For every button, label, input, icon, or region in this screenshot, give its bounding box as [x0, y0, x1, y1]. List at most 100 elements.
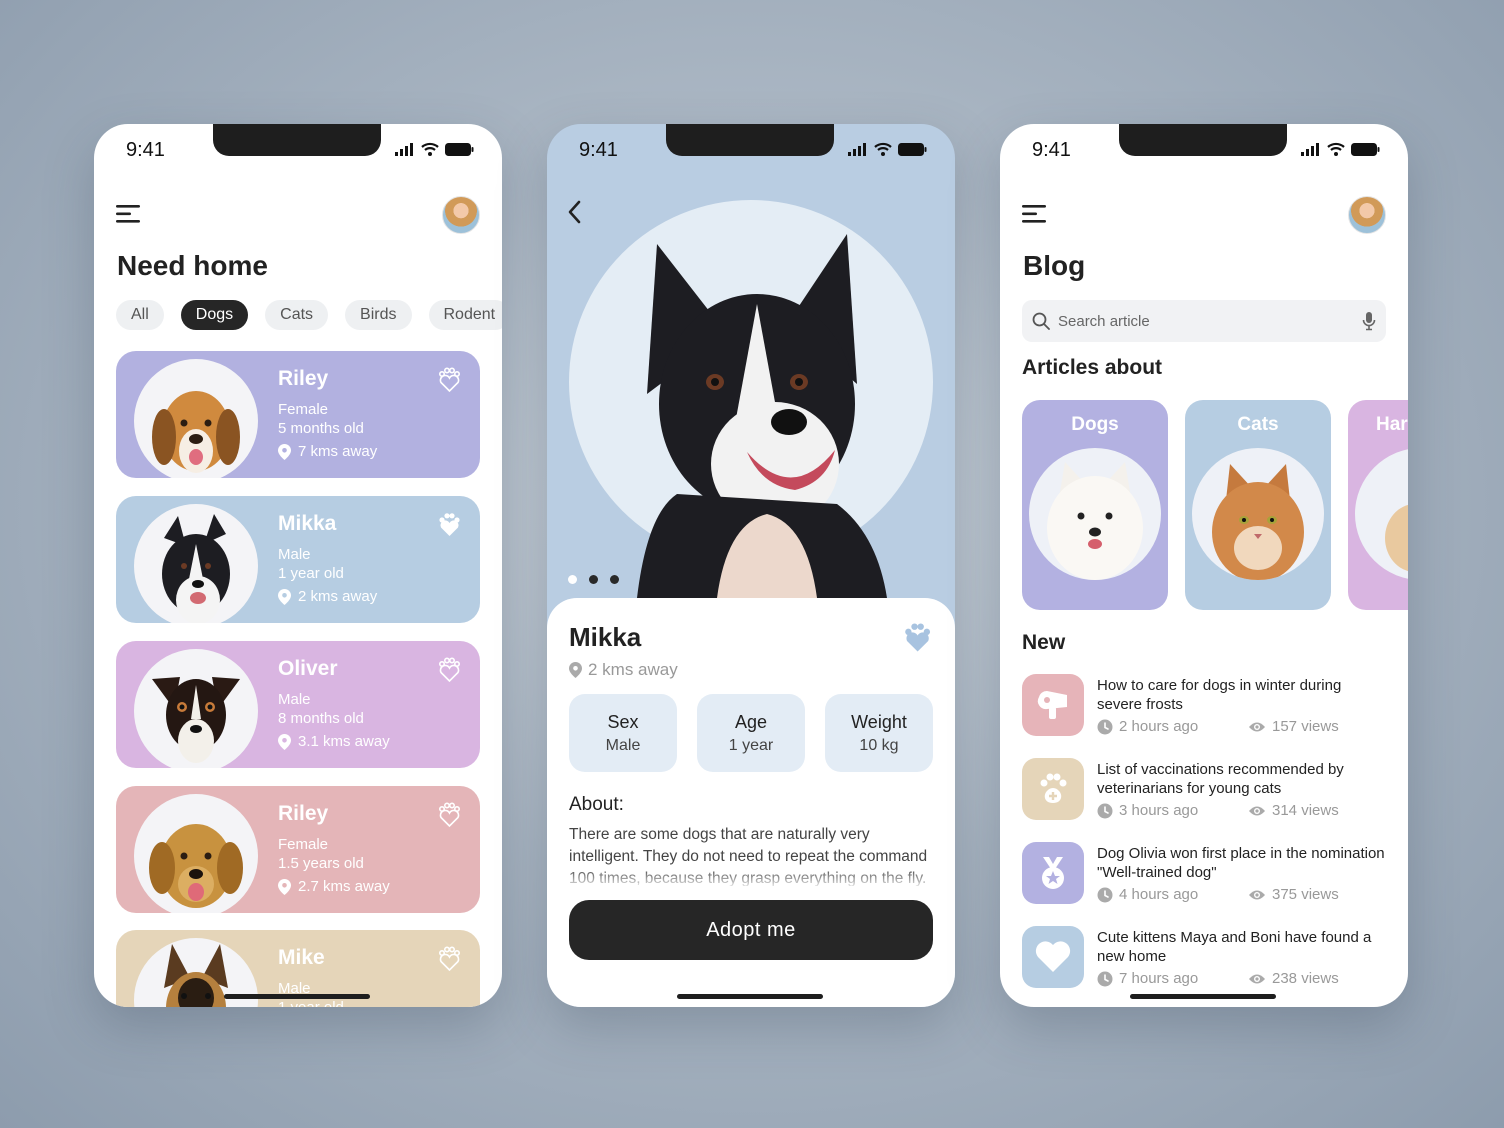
pet-name: Riley	[278, 367, 329, 390]
article-views: 314 views	[1272, 802, 1339, 819]
pet-name: Mikka	[569, 622, 642, 652]
paw-cross-icon	[1040, 773, 1067, 803]
avatar[interactable]	[1348, 196, 1386, 234]
paw-heart-icon[interactable]	[901, 622, 933, 654]
stat-value: 1 year	[728, 737, 774, 754]
about-title: About:	[569, 794, 624, 815]
pet-card[interactable]: Mikka Male 1 year old 2 kms away	[116, 496, 480, 623]
home-indicator	[1130, 994, 1276, 999]
article-title: List of vaccinations recommended by vete…	[1097, 761, 1344, 797]
pet-name: Oliver	[278, 657, 338, 680]
pet-name: Riley	[278, 802, 329, 825]
article-item[interactable]: Cute kittens Maya and Boni have found a …	[1022, 926, 1392, 990]
stat-label: Weight	[851, 712, 907, 732]
hair-dryer-icon	[1037, 690, 1067, 719]
eye-icon	[1249, 806, 1265, 815]
category-photo	[1029, 448, 1161, 580]
paw-heart-outline-icon[interactable]	[436, 657, 462, 683]
medal-icon	[1042, 857, 1064, 889]
pet-distance: 3.1 kms away	[298, 733, 390, 750]
battery-icon	[445, 142, 474, 156]
status-bar: 9:41	[1000, 124, 1408, 180]
notch	[213, 124, 381, 156]
stat-value: Male	[605, 737, 641, 754]
article-item[interactable]: How to care for dogs in winter during se…	[1022, 674, 1392, 738]
article-time: 2 hours ago	[1119, 718, 1199, 735]
search-input[interactable]	[1058, 312, 1354, 330]
clock-icon	[1097, 803, 1113, 818]
article-views: 375 views	[1272, 886, 1339, 903]
about-fade	[569, 868, 933, 890]
avatar[interactable]	[442, 196, 480, 234]
category-card-hamsters[interactable]: Har	[1348, 400, 1408, 610]
article-views: 238 views	[1272, 970, 1339, 987]
pet-age: 1 year old	[278, 565, 344, 582]
pet-age: 1 year old	[278, 999, 344, 1007]
pet-age: 8 months old	[278, 710, 364, 727]
category-card-cats[interactable]: Cats	[1185, 400, 1331, 610]
clock-icon	[1097, 971, 1113, 986]
status-bar: 9:41	[547, 124, 955, 180]
signal-icon	[1301, 142, 1319, 156]
stat-label: Age	[734, 712, 768, 732]
new-section-title: New	[1022, 631, 1066, 654]
pet-age: 5 months old	[278, 420, 364, 437]
page-title: Blog	[1023, 250, 1086, 281]
article-item[interactable]: List of vaccinations recommended by vete…	[1022, 758, 1392, 822]
wifi-icon	[1327, 142, 1345, 156]
status-time: 9:41	[126, 139, 165, 161]
pet-card[interactable]: Oliver Male 8 months old 3.1 kms away	[116, 641, 480, 768]
category-label: Dogs	[1071, 414, 1119, 435]
location-pin-icon	[278, 878, 291, 895]
chip-all[interactable]: All	[116, 300, 164, 330]
wifi-icon	[874, 142, 892, 156]
adopt-button[interactable]: Adopt me	[569, 900, 933, 960]
stat-sex: Sex Male	[569, 694, 677, 772]
articles-about-title: Articles about	[1022, 356, 1163, 379]
pet-photo	[134, 504, 258, 623]
carousel-dot[interactable]	[568, 575, 577, 584]
category-photo	[1192, 448, 1324, 580]
stat-age: Age 1 year	[697, 694, 805, 772]
clock-icon	[1097, 887, 1113, 902]
article-time: 7 hours ago	[1119, 970, 1199, 987]
menu-icon[interactable]	[116, 204, 142, 224]
battery-icon	[1351, 142, 1380, 156]
location-pin-icon	[569, 662, 582, 678]
article-time: 4 hours ago	[1119, 886, 1199, 903]
stat-value: 10 kg	[859, 737, 899, 754]
carousel-dot[interactable]	[589, 575, 598, 584]
paw-heart-outline-icon[interactable]	[436, 802, 462, 828]
eye-icon	[1249, 974, 1265, 983]
chip-cats[interactable]: Cats	[265, 300, 329, 330]
paw-filled-icon[interactable]	[436, 512, 462, 538]
menu-icon[interactable]	[1022, 204, 1048, 224]
page-title: Need home	[117, 250, 268, 281]
pet-card[interactable]: Riley Female 1.5 years old 2.7 kms away	[116, 786, 480, 913]
pet-sex: Female	[278, 401, 329, 418]
search-bar	[1022, 300, 1386, 342]
pet-distance: 2.7 kms away	[298, 878, 390, 895]
paw-heart-outline-icon[interactable]	[436, 946, 462, 972]
detail-sheet: Mikka 2 kms away Sex Male Age 1 year Wei…	[547, 598, 955, 1007]
paw-heart-outline-icon[interactable]	[436, 367, 462, 393]
eye-icon	[1249, 890, 1265, 899]
category-card-dogs[interactable]: Dogs	[1022, 400, 1168, 610]
chip-birds[interactable]: Birds	[345, 300, 412, 330]
chip-rodents[interactable]: Rodent	[428, 300, 502, 330]
category-label: Har	[1376, 414, 1408, 435]
notch	[1119, 124, 1287, 156]
category-label: Cats	[1237, 414, 1279, 435]
status-time: 9:41	[1032, 139, 1071, 161]
chip-dogs[interactable]: Dogs	[180, 300, 249, 330]
carousel-dot[interactable]	[610, 575, 619, 584]
pet-card[interactable]: Riley Female 5 months old 7 kms away	[116, 351, 480, 478]
article-item[interactable]: Dog Olivia won first place in the nomina…	[1022, 842, 1392, 906]
battery-icon	[898, 142, 927, 156]
pet-sex: Male	[278, 546, 311, 563]
location-pin-icon	[278, 588, 291, 605]
pet-sex: Male	[278, 691, 311, 708]
microphone-icon[interactable]	[1362, 311, 1376, 331]
back-arrow-icon[interactable]	[565, 200, 585, 224]
status-bar: 9:41	[94, 124, 502, 180]
